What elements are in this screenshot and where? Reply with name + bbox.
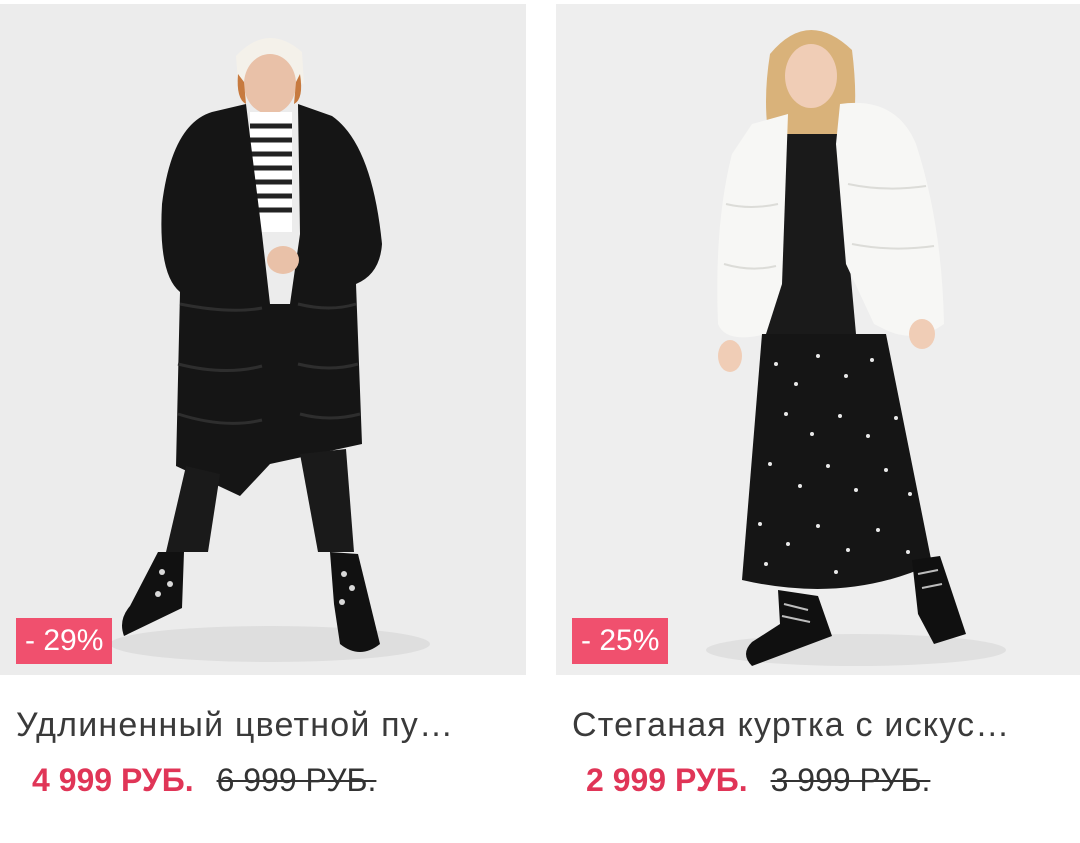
model-white-quilted-jacket-illustration — [556, 4, 1080, 675]
product-price-row: 2 999 РУБ. 3 999 РУБ. — [586, 762, 930, 799]
old-price: 3 999 РУБ. — [770, 762, 931, 798]
product-title[interactable]: Удлиненный цветной пу… — [16, 706, 516, 745]
discount-badge: - 25% — [572, 618, 669, 664]
discount-badge: - 29% — [16, 618, 113, 664]
product-image[interactable]: - 29% — [0, 4, 526, 675]
product-grid: - 29% Удлиненный цветной пу… 4 999 РУБ. … — [0, 0, 1080, 843]
product-title[interactable]: Стеганая куртка с искус… — [572, 706, 1072, 745]
product-card[interactable]: - 29% Удлиненный цветной пу… 4 999 РУБ. … — [0, 0, 526, 843]
product-image[interactable]: - 25% — [556, 4, 1080, 675]
old-price: 6 999 РУБ. — [216, 762, 377, 798]
model-black-puffer-coat-illustration — [0, 4, 526, 675]
product-price-row: 4 999 РУБ. 6 999 РУБ. — [32, 762, 376, 799]
current-price: 4 999 РУБ. — [32, 762, 194, 798]
product-card[interactable]: - 25% Стеганая куртка с искус… 2 999 РУБ… — [556, 0, 1080, 843]
current-price: 2 999 РУБ. — [586, 762, 748, 798]
